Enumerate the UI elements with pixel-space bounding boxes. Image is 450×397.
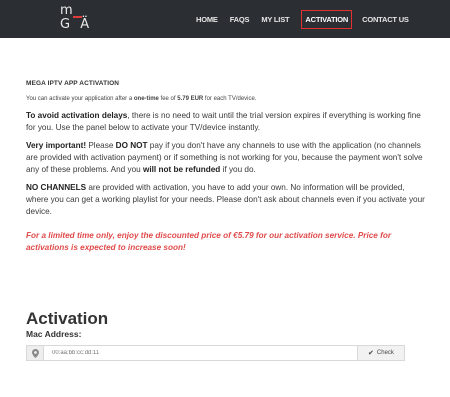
paragraph-important: Very important! Please DO NOT pay if you…	[26, 140, 426, 176]
nav-contact-us[interactable]: CONTACT US	[362, 15, 409, 24]
main-nav: HOME FAQS MY LIST ACTIVATION CONTACT US	[196, 0, 421, 38]
p2-bold-2: DO NOT	[115, 141, 148, 150]
check-button[interactable]: ✔ Check	[358, 345, 405, 361]
fee-line: You can activate your application after …	[26, 96, 426, 102]
nav-activation[interactable]: ACTIVATION	[301, 9, 353, 29]
mac-address-label: Mac Address:	[26, 329, 82, 339]
map-marker-icon	[26, 345, 43, 361]
mega-logo[interactable]: m G Ä	[60, 4, 93, 34]
logo-bottom-glyph: G Ä	[60, 17, 93, 32]
p2-text-3: if you do.	[220, 165, 256, 174]
activation-title: Activation	[26, 309, 109, 328]
promo-notice: For a limited time only, enjoy the disco…	[26, 231, 392, 252]
activation-info: MEGA IPTV APP ACTIVATION You can activat…	[26, 80, 426, 254]
nav-faqs[interactable]: FAQS	[230, 15, 250, 24]
fee-text-3: for each TV/device.	[203, 96, 257, 102]
p1-bold: To avoid activation delays	[26, 111, 128, 120]
mac-address-input[interactable]	[43, 345, 358, 361]
p3-text: are provided with activation, you have t…	[26, 183, 425, 216]
fee-text-1: You can activate your application after …	[26, 96, 134, 102]
map-marker-svg	[31, 348, 39, 358]
top-navbar: m G Ä HOME FAQS MY LIST ACTIVATION CONTA…	[0, 0, 450, 38]
p2-text-1: Please	[86, 141, 116, 150]
page-heading: MEGA IPTV APP ACTIVATION	[26, 80, 120, 87]
check-button-label: Check	[376, 350, 394, 356]
fee-amount: 5.79 EUR	[177, 96, 204, 102]
p2-bold-1: Very important!	[26, 141, 87, 150]
fee-text-bold: one-time	[133, 96, 159, 102]
p2-bold-3: will not be refunded	[142, 165, 221, 174]
checkmark-icon: ✔	[368, 350, 374, 357]
mac-address-group: ✔ Check	[26, 345, 405, 361]
logo-red-bar	[73, 16, 82, 18]
fee-text-2: fee of	[158, 96, 178, 102]
nav-home[interactable]: HOME	[196, 15, 218, 24]
nav-my-list[interactable]: MY LIST	[261, 15, 289, 24]
p3-bold: NO CHANNELS	[26, 183, 87, 192]
paragraph-no-channels: NO CHANNELS are provided with activation…	[26, 182, 426, 218]
paragraph-delays: To avoid activation delays, there is no …	[26, 110, 426, 134]
